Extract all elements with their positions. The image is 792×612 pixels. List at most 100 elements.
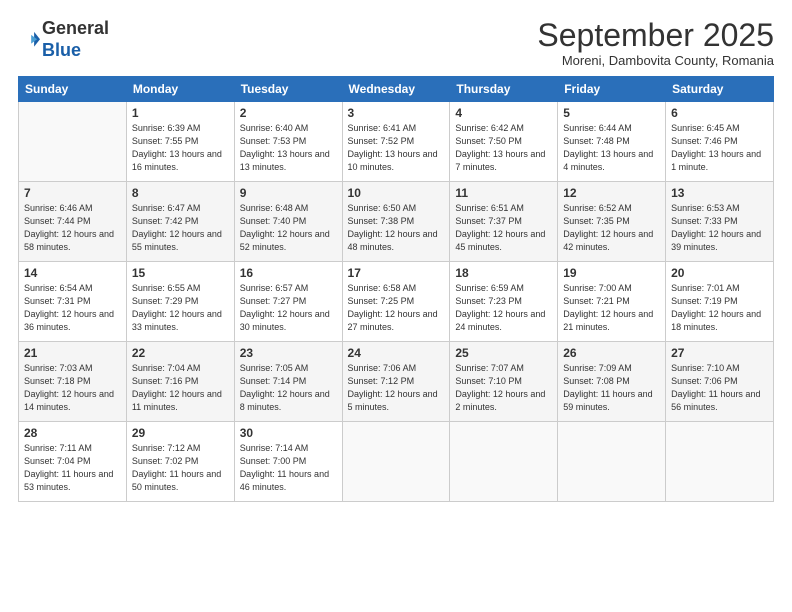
day-cell: 23 Sunrise: 7:05 AMSunset: 7:14 PMDayligh… xyxy=(234,342,342,422)
day-number: 23 xyxy=(240,346,337,360)
day-cell: 18Sunrise: 6:59 AMSunset: 7:23 PMDayligh… xyxy=(450,262,558,342)
day-cell: 1 Sunrise: 6:39 AMSunset: 7:55 PMDaylight… xyxy=(126,102,234,182)
day-number: 21 xyxy=(24,346,121,360)
day-info: Sunrise: 7:07 AMSunset: 7:10 PMDaylight:… xyxy=(455,362,552,414)
day-info: Sunrise: 7:12 AMSunset: 7:02 PMDaylight:… xyxy=(132,442,229,494)
day-cell: 20 Sunrise: 7:01 AMSunset: 7:19 PMDayligh… xyxy=(666,262,774,342)
day-number: 1 xyxy=(132,106,229,120)
day-number: 28 xyxy=(24,426,121,440)
day-cell: 14Sunrise: 6:54 AMSunset: 7:31 PMDayligh… xyxy=(19,262,127,342)
day-number: 4 xyxy=(455,106,552,120)
day-number: 16 xyxy=(240,266,337,280)
col-monday: Monday xyxy=(126,77,234,102)
day-cell xyxy=(342,422,450,502)
day-info: Sunrise: 7:10 AMSunset: 7:06 PMDaylight:… xyxy=(671,362,768,414)
day-number: 12 xyxy=(563,186,660,200)
col-sunday: Sunday xyxy=(19,77,127,102)
day-info: Sunrise: 6:55 AMSunset: 7:29 PMDaylight:… xyxy=(132,282,229,334)
day-cell: 25 Sunrise: 7:07 AMSunset: 7:10 PMDayligh… xyxy=(450,342,558,422)
day-info: Sunrise: 6:45 AMSunset: 7:46 PMDaylight:… xyxy=(671,122,768,174)
day-number: 9 xyxy=(240,186,337,200)
day-cell: 2Sunrise: 6:40 AMSunset: 7:53 PMDaylight… xyxy=(234,102,342,182)
day-number: 13 xyxy=(671,186,768,200)
day-cell xyxy=(450,422,558,502)
day-info: Sunrise: 6:41 AMSunset: 7:52 PMDaylight:… xyxy=(348,122,445,174)
day-info: Sunrise: 7:01 AMSunset: 7:19 PMDaylight:… xyxy=(671,282,768,334)
day-cell: 4 Sunrise: 6:42 AMSunset: 7:50 PMDaylight… xyxy=(450,102,558,182)
day-number: 10 xyxy=(348,186,445,200)
logo: General Blue xyxy=(18,18,109,61)
logo-text: General Blue xyxy=(42,18,109,61)
day-info: Sunrise: 7:05 AMSunset: 7:14 PMDaylight:… xyxy=(240,362,337,414)
day-cell xyxy=(558,422,666,502)
col-saturday: Saturday xyxy=(666,77,774,102)
day-cell: 22 Sunrise: 7:04 AMSunset: 7:16 PMDayligh… xyxy=(126,342,234,422)
day-cell: 12 Sunrise: 6:52 AMSunset: 7:35 PMDayligh… xyxy=(558,182,666,262)
day-number: 8 xyxy=(132,186,229,200)
day-cell: 5 Sunrise: 6:44 AMSunset: 7:48 PMDaylight… xyxy=(558,102,666,182)
col-thursday: Thursday xyxy=(450,77,558,102)
day-cell: 30 Sunrise: 7:14 AMSunset: 7:00 PMDayligh… xyxy=(234,422,342,502)
title-block: September 2025 Moreni, Dambovita County,… xyxy=(537,18,774,68)
day-cell: 9 Sunrise: 6:48 AMSunset: 7:40 PMDaylight… xyxy=(234,182,342,262)
day-cell xyxy=(19,102,127,182)
day-info: Sunrise: 6:46 AMSunset: 7:44 PMDaylight:… xyxy=(24,202,121,254)
day-info: Sunrise: 6:48 AMSunset: 7:40 PMDaylight:… xyxy=(240,202,337,254)
day-number: 29 xyxy=(132,426,229,440)
day-info: Sunrise: 7:03 AMSunset: 7:18 PMDaylight:… xyxy=(24,362,121,414)
day-cell: 16 Sunrise: 6:57 AMSunset: 7:27 PMDayligh… xyxy=(234,262,342,342)
day-cell: 26Sunrise: 7:09 AMSunset: 7:08 PMDayligh… xyxy=(558,342,666,422)
day-number: 22 xyxy=(132,346,229,360)
day-info: Sunrise: 6:53 AMSunset: 7:33 PMDaylight:… xyxy=(671,202,768,254)
day-info: Sunrise: 6:57 AMSunset: 7:27 PMDaylight:… xyxy=(240,282,337,334)
day-info: Sunrise: 6:44 AMSunset: 7:48 PMDaylight:… xyxy=(563,122,660,174)
day-cell: 15Sunrise: 6:55 AMSunset: 7:29 PMDayligh… xyxy=(126,262,234,342)
day-info: Sunrise: 6:59 AMSunset: 7:23 PMDaylight:… xyxy=(455,282,552,334)
day-info: Sunrise: 6:51 AMSunset: 7:37 PMDaylight:… xyxy=(455,202,552,254)
day-number: 25 xyxy=(455,346,552,360)
day-info: Sunrise: 6:52 AMSunset: 7:35 PMDaylight:… xyxy=(563,202,660,254)
day-cell: 27 Sunrise: 7:10 AMSunset: 7:06 PMDayligh… xyxy=(666,342,774,422)
day-info: Sunrise: 7:11 AMSunset: 7:04 PMDaylight:… xyxy=(24,442,121,494)
day-number: 5 xyxy=(563,106,660,120)
day-number: 6 xyxy=(671,106,768,120)
day-number: 14 xyxy=(24,266,121,280)
day-cell: 29 Sunrise: 7:12 AMSunset: 7:02 PMDayligh… xyxy=(126,422,234,502)
week-row-1: 1 Sunrise: 6:39 AMSunset: 7:55 PMDaylight… xyxy=(19,102,774,182)
day-cell: 3 Sunrise: 6:41 AMSunset: 7:52 PMDaylight… xyxy=(342,102,450,182)
day-info: Sunrise: 6:39 AMSunset: 7:55 PMDaylight:… xyxy=(132,122,229,174)
day-info: Sunrise: 7:04 AMSunset: 7:16 PMDaylight:… xyxy=(132,362,229,414)
day-info: Sunrise: 7:14 AMSunset: 7:00 PMDaylight:… xyxy=(240,442,337,494)
day-info: Sunrise: 6:42 AMSunset: 7:50 PMDaylight:… xyxy=(455,122,552,174)
day-cell: 13 Sunrise: 6:53 AMSunset: 7:33 PMDayligh… xyxy=(666,182,774,262)
day-info: Sunrise: 6:40 AMSunset: 7:53 PMDaylight:… xyxy=(240,122,337,174)
day-number: 17 xyxy=(348,266,445,280)
col-wednesday: Wednesday xyxy=(342,77,450,102)
day-cell: 8Sunrise: 6:47 AMSunset: 7:42 PMDaylight… xyxy=(126,182,234,262)
day-cell: 24 Sunrise: 7:06 AMSunset: 7:12 PMDayligh… xyxy=(342,342,450,422)
col-tuesday: Tuesday xyxy=(234,77,342,102)
day-number: 3 xyxy=(348,106,445,120)
day-cell: 6 Sunrise: 6:45 AMSunset: 7:46 PMDaylight… xyxy=(666,102,774,182)
week-row-3: 14Sunrise: 6:54 AMSunset: 7:31 PMDayligh… xyxy=(19,262,774,342)
calendar: Sunday Monday Tuesday Wednesday Thursday… xyxy=(18,76,774,502)
day-number: 19 xyxy=(563,266,660,280)
day-number: 27 xyxy=(671,346,768,360)
week-row-5: 28 Sunrise: 7:11 AMSunset: 7:04 PMDayligh… xyxy=(19,422,774,502)
day-cell: 7Sunrise: 6:46 AMSunset: 7:44 PMDaylight… xyxy=(19,182,127,262)
day-number: 20 xyxy=(671,266,768,280)
month-title: September 2025 xyxy=(537,18,774,53)
day-info: Sunrise: 7:00 AMSunset: 7:21 PMDaylight:… xyxy=(563,282,660,334)
page: General Blue September 2025 Moreni, Damb… xyxy=(0,0,792,612)
day-number: 30 xyxy=(240,426,337,440)
day-number: 24 xyxy=(348,346,445,360)
day-cell: 17 Sunrise: 6:58 AMSunset: 7:25 PMDayligh… xyxy=(342,262,450,342)
location-subtitle: Moreni, Dambovita County, Romania xyxy=(537,53,774,68)
day-info: Sunrise: 6:58 AMSunset: 7:25 PMDaylight:… xyxy=(348,282,445,334)
day-number: 26 xyxy=(563,346,660,360)
col-friday: Friday xyxy=(558,77,666,102)
week-row-4: 21 Sunrise: 7:03 AMSunset: 7:18 PMDayligh… xyxy=(19,342,774,422)
day-number: 11 xyxy=(455,186,552,200)
day-info: Sunrise: 7:06 AMSunset: 7:12 PMDaylight:… xyxy=(348,362,445,414)
day-cell: 19 Sunrise: 7:00 AMSunset: 7:21 PMDayligh… xyxy=(558,262,666,342)
